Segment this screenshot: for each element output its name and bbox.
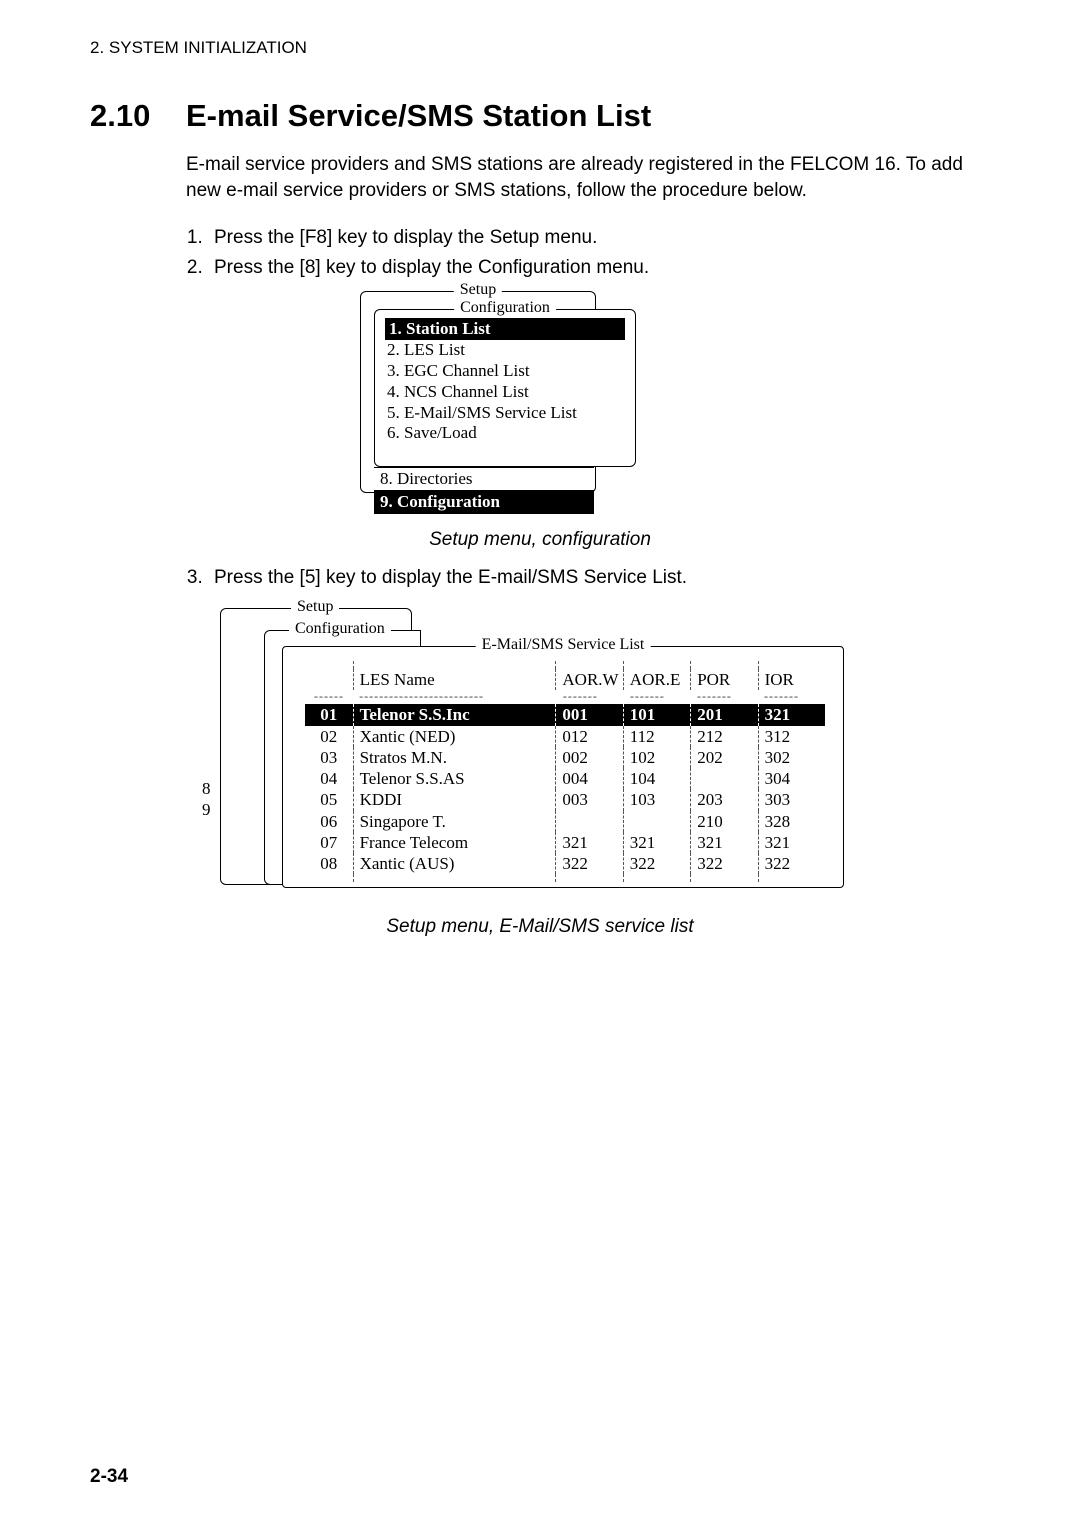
- menu-item-email-sms-service-list[interactable]: 5. E-Mail/SMS Service List: [385, 403, 625, 424]
- figure-setup-configuration: Setup Configuration 1. Station List 2. L…: [360, 291, 720, 521]
- table-cell: KDDI: [353, 789, 556, 810]
- table-cell: 004: [555, 768, 622, 789]
- menu-item-directories[interactable]: 8. Directories: [374, 467, 594, 491]
- table-cell: 321: [758, 704, 825, 725]
- section-number: 2.10: [90, 98, 186, 134]
- running-header: 2. SYSTEM INITIALIZATION: [90, 38, 990, 58]
- steps-3: Press the [5] key to display the E-mail/…: [186, 565, 990, 591]
- table-cell: Stratos M.N.: [353, 747, 556, 768]
- menu-item-configuration[interactable]: 9. Configuration: [374, 490, 594, 514]
- table-cell: Xantic (NED): [353, 726, 556, 747]
- table-cell: 303: [758, 789, 825, 810]
- setup-legend-2: Setup: [291, 598, 339, 616]
- table-cell: 321: [690, 832, 757, 853]
- section-title: 2.10E-mail Service/SMS Station List: [90, 98, 990, 134]
- table-cell: 101: [623, 704, 690, 725]
- partial-outer-menu: 8 9: [202, 778, 211, 821]
- figure1-caption: Setup menu, configuration: [90, 529, 990, 551]
- table-row[interactable]: 08Xantic (AUS)322322322322: [305, 853, 825, 874]
- outer-9: 9: [202, 799, 211, 820]
- table-cell: 212: [690, 726, 757, 747]
- table-row[interactable]: 05KDDI003103203303: [305, 789, 825, 810]
- table-cell: 104: [623, 768, 690, 789]
- table-cell: 322: [690, 853, 757, 874]
- table-cell: 201: [690, 704, 757, 725]
- table-cell: 202: [690, 747, 757, 768]
- col-aorw: AOR.W: [555, 669, 622, 690]
- table-cell: Singapore T.: [353, 811, 556, 832]
- table-cell: [555, 811, 622, 832]
- figure-email-sms-service-list: 8 9 Setup Configuration E-Mail/SMS Servi…: [220, 608, 860, 908]
- col-aore: AOR.E: [623, 669, 690, 690]
- table-row[interactable]: 01Telenor S.S.Inc001101201321: [305, 704, 825, 725]
- table-cell: 102: [623, 747, 690, 768]
- step-3: Press the [5] key to display the E-mail/…: [208, 565, 990, 591]
- table-cell: 07: [305, 832, 353, 853]
- configuration-legend-2: Configuration: [289, 620, 391, 638]
- table-cell: 06: [305, 811, 353, 832]
- table-cell: 02: [305, 726, 353, 747]
- table-row[interactable]: 04Telenor S.S.AS004104 304: [305, 768, 825, 789]
- table-cell: [623, 811, 690, 832]
- configuration-frame: Configuration 1. Station List 2. LES Lis…: [374, 309, 636, 467]
- table-row[interactable]: 02Xantic (NED)012112212312: [305, 726, 825, 747]
- intro-paragraph: E-mail service providers and SMS station…: [186, 152, 990, 203]
- outer-8: 8: [202, 778, 211, 799]
- table-cell: 03: [305, 747, 353, 768]
- table-cell: Telenor S.S.Inc: [353, 704, 556, 725]
- service-list-legend: E-Mail/SMS Service List: [476, 636, 651, 654]
- table-cell: 08: [305, 853, 353, 874]
- table-header-row: LES Name AOR.W AOR.E POR IOR: [305, 669, 825, 690]
- table-cell: 203: [690, 789, 757, 810]
- table-cell: 302: [758, 747, 825, 768]
- menu-item-ncs-channel-list[interactable]: 4. NCS Channel List: [385, 382, 625, 403]
- table-cell: 05: [305, 789, 353, 810]
- setup-legend: Setup: [454, 281, 502, 299]
- table-cell: 322: [758, 853, 825, 874]
- step-2: Press the [8] key to display the Configu…: [208, 255, 990, 281]
- table-cell: 304: [758, 768, 825, 789]
- table-cell: 321: [758, 832, 825, 853]
- service-list-table: LES Name AOR.W AOR.E POR IOR ------ ----…: [305, 661, 825, 882]
- table-cell: 322: [623, 853, 690, 874]
- table-cell: 112: [623, 726, 690, 747]
- table-cell: 001: [555, 704, 622, 725]
- table-cell: 321: [555, 832, 622, 853]
- menu-item-station-list[interactable]: 1. Station List: [385, 318, 625, 341]
- table-cell: 328: [758, 811, 825, 832]
- table-cell: 321: [623, 832, 690, 853]
- table-cell: 210: [690, 811, 757, 832]
- table-cell: 103: [623, 789, 690, 810]
- table-cell: 04: [305, 768, 353, 789]
- section-heading: E-mail Service/SMS Station List: [186, 98, 651, 133]
- col-blank: [305, 669, 353, 690]
- table-cell: [690, 768, 757, 789]
- table-row[interactable]: 06Singapore T. 210328: [305, 811, 825, 832]
- step-1: Press the [F8] key to display the Setup …: [208, 225, 990, 251]
- col-les-name: LES Name: [353, 669, 556, 690]
- menu-item-les-list[interactable]: 2. LES List: [385, 340, 625, 361]
- table-cell: 012: [555, 726, 622, 747]
- table-cell: Telenor S.S.AS: [353, 768, 556, 789]
- table-cell: Xantic (AUS): [353, 853, 556, 874]
- service-list-frame: E-Mail/SMS Service List LES Name AOR.W A…: [282, 646, 844, 888]
- page-number: 2-34: [90, 1466, 128, 1488]
- col-por: POR: [690, 669, 757, 690]
- table-cell: 002: [555, 747, 622, 768]
- table-cell: France Telecom: [353, 832, 556, 853]
- table-cell: 01: [305, 704, 353, 725]
- steps-1-2: Press the [F8] key to display the Setup …: [186, 225, 990, 280]
- table-cell: 322: [555, 853, 622, 874]
- menu-item-egc-channel-list[interactable]: 3. EGC Channel List: [385, 361, 625, 382]
- table-cell: 312: [758, 726, 825, 747]
- col-ior: IOR: [758, 669, 825, 690]
- figure2-caption: Setup menu, E-Mail/SMS service list: [90, 916, 990, 938]
- table-row[interactable]: 03Stratos M.N.002102202302: [305, 747, 825, 768]
- configuration-legend: Configuration: [454, 299, 556, 317]
- menu-item-save-load[interactable]: 6. Save/Load: [385, 423, 625, 444]
- table-cell: 003: [555, 789, 622, 810]
- table-row[interactable]: 07France Telecom321321321321: [305, 832, 825, 853]
